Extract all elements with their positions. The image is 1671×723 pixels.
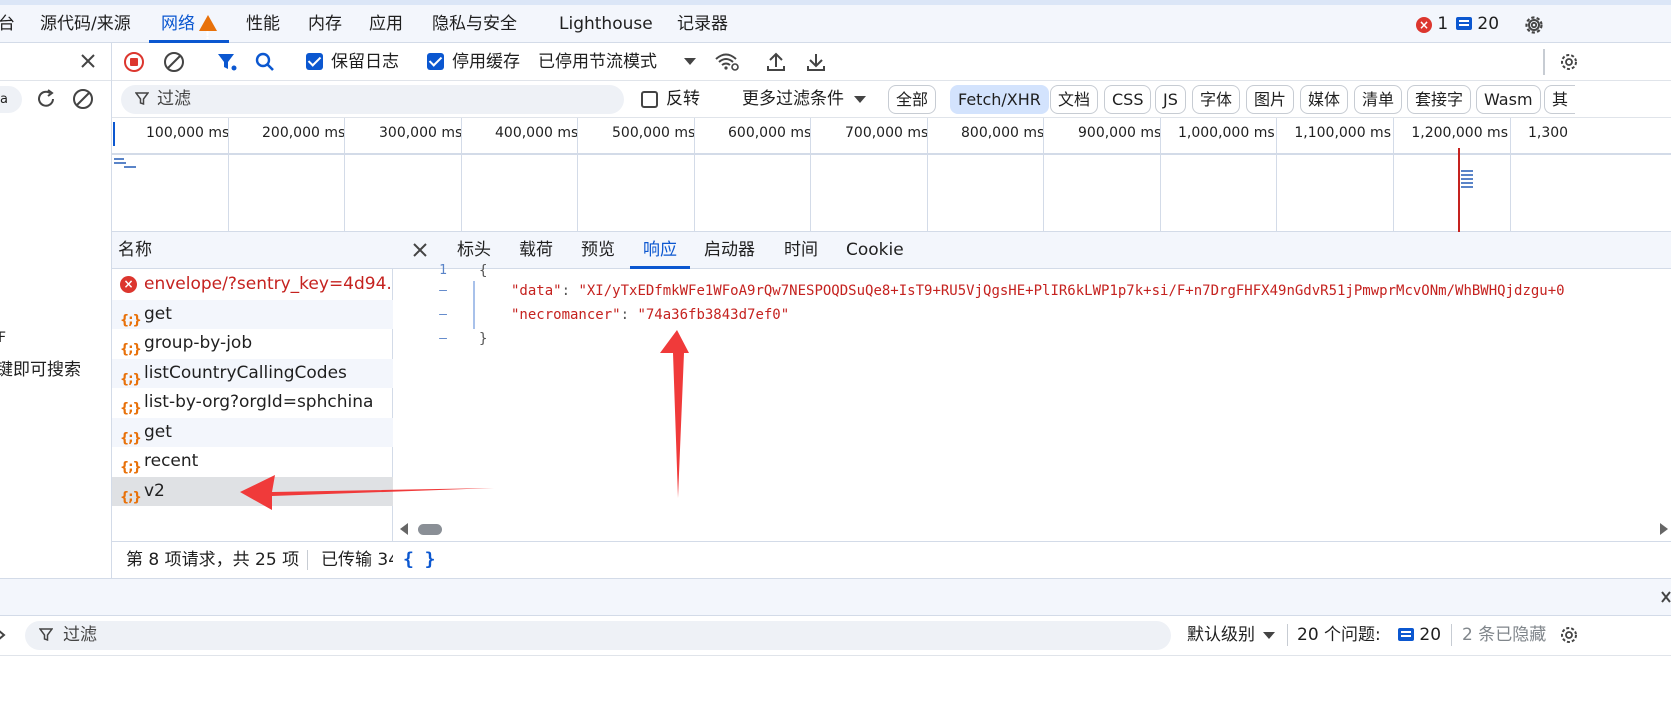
annotation-arrow-up [660, 330, 689, 498]
annotation-arrow-left [240, 475, 494, 510]
devtools-window: 台 源代码/来源 网络 性能 内存 应用 隐私与安全 Lighthouse 记录… [0, 0, 1671, 723]
annotation-overlay [240, 330, 689, 510]
